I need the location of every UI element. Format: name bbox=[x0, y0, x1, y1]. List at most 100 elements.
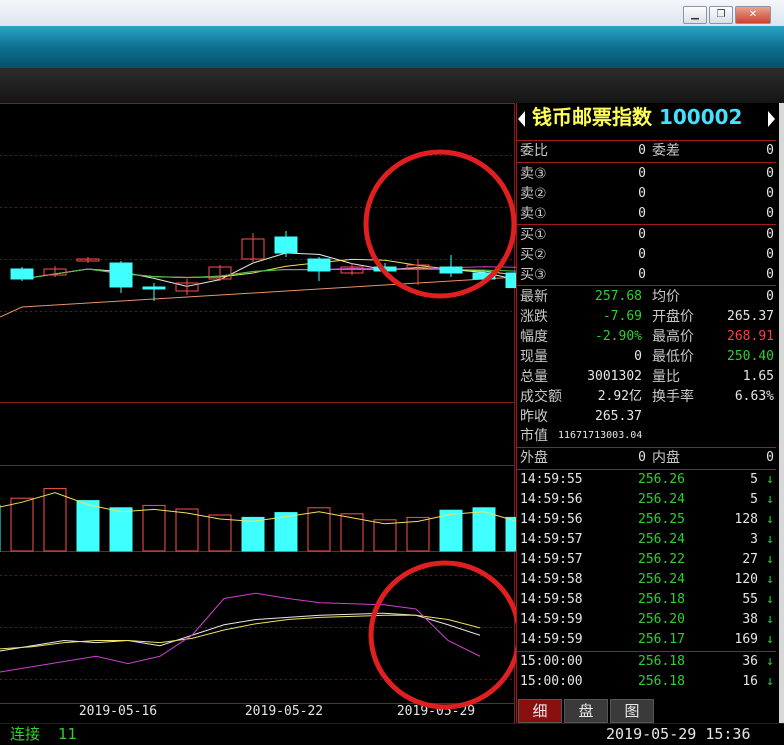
stat-label: 昨收 bbox=[520, 409, 548, 425]
down-arrow-icon: ↓ bbox=[766, 492, 774, 507]
connection-label: 连接 bbox=[10, 725, 41, 743]
tick-volume: 55 bbox=[742, 592, 758, 607]
prev-stock-arrow-icon[interactable] bbox=[518, 111, 525, 127]
outer-value: 0 bbox=[638, 450, 646, 465]
tick-time: 14:59:58 bbox=[520, 592, 583, 607]
tab-order-book[interactable]: 盘 bbox=[564, 699, 608, 723]
tick-row: 14:59:58 256.18 55 ↓ bbox=[516, 590, 776, 610]
buy-level-label: 买① bbox=[520, 227, 547, 243]
tick-volume: 128 bbox=[734, 512, 758, 527]
tick-row: 14:59:55 256.26 5 ↓ bbox=[516, 470, 776, 490]
tick-price: 256.25 bbox=[638, 512, 685, 527]
tick-price: 256.18 bbox=[638, 654, 685, 669]
maximize-button[interactable]: ❐ bbox=[709, 6, 733, 24]
annotation-circles bbox=[363, 149, 516, 710]
tick-row: 14:59:57 256.22 27 ↓ bbox=[516, 550, 776, 570]
tick-time: 14:59:59 bbox=[520, 632, 583, 647]
candle-body bbox=[109, 262, 133, 288]
tick-price: 256.24 bbox=[638, 572, 685, 587]
volume-bar bbox=[208, 514, 232, 552]
weibi-label: 委比 bbox=[520, 143, 548, 159]
tick-volume: 5 bbox=[750, 472, 758, 487]
tick-time: 14:59:58 bbox=[520, 572, 583, 587]
tick-volume: 3 bbox=[750, 532, 758, 547]
tick-price: 256.24 bbox=[638, 532, 685, 547]
down-arrow-icon: ↓ bbox=[766, 552, 774, 567]
stock-code: 100002 bbox=[658, 105, 743, 129]
down-arrow-icon: ↓ bbox=[766, 674, 774, 689]
stat-label: 现量 bbox=[520, 349, 548, 365]
sell-level-price: 0 bbox=[638, 186, 646, 201]
tick-row: 14:59:59 256.17 169 ↓ bbox=[516, 630, 776, 650]
stat-label: 均价 bbox=[652, 289, 680, 305]
stat-label: 最低价 bbox=[652, 349, 694, 365]
toolbar-banner bbox=[0, 26, 784, 68]
candle-body bbox=[307, 258, 331, 272]
stat-value: 1.65 bbox=[742, 369, 774, 384]
tick-volume: 36 bbox=[742, 654, 758, 669]
title-bar: ▁ ❐ ✕ bbox=[0, 0, 784, 27]
status-bar: 连接 11 2019-05-29 15:36 bbox=[0, 723, 784, 745]
outer-label: 外盘 bbox=[520, 450, 548, 466]
tick-time: 15:00:00 bbox=[520, 674, 583, 689]
x-tick-label: 2019-05-22 bbox=[245, 704, 323, 719]
weibi-value: 0 bbox=[638, 143, 646, 158]
stock-chart[interactable]: 2019-05-16 2019-05-22 2019-05-29 bbox=[0, 103, 516, 723]
inner-label: 内盘 bbox=[652, 450, 680, 466]
volume-bar bbox=[109, 507, 133, 552]
down-arrow-icon: ↓ bbox=[766, 572, 774, 587]
tick-volume: 27 bbox=[742, 552, 758, 567]
down-arrow-icon: ↓ bbox=[766, 632, 774, 647]
sell-level-volume: 0 bbox=[766, 166, 774, 181]
stat-value: 265.37 bbox=[595, 409, 642, 424]
volume-bars bbox=[0, 488, 516, 552]
stat-value: 0 bbox=[634, 349, 642, 364]
stat-label: 总量 bbox=[520, 369, 548, 385]
candle-body bbox=[142, 286, 166, 290]
x-axis-labels: 2019-05-16 2019-05-22 2019-05-29 bbox=[79, 704, 475, 719]
volume-bar bbox=[241, 516, 265, 552]
annotation-circle bbox=[363, 149, 516, 299]
next-stock-arrow-icon[interactable] bbox=[768, 111, 775, 127]
volume-bar bbox=[274, 512, 298, 552]
tick-time: 14:59:56 bbox=[520, 492, 583, 507]
stat-value: 6.63% bbox=[734, 389, 774, 404]
tick-price: 256.26 bbox=[638, 472, 685, 487]
tick-time: 14:59:56 bbox=[520, 512, 583, 527]
stock-title: 钱币邮票指数 100002 bbox=[532, 103, 764, 133]
tick-row: 14:59:56 256.25 128 ↓ bbox=[516, 510, 776, 530]
x-tick-label: 2019-05-16 bbox=[79, 704, 157, 719]
buy-level-label: 买③ bbox=[520, 267, 547, 283]
sell-level-label: 卖② bbox=[520, 186, 547, 202]
buy-level-price: 0 bbox=[638, 267, 646, 282]
minimize-button[interactable]: ▁ bbox=[683, 6, 707, 24]
volume-bar bbox=[175, 508, 199, 552]
candlesticks bbox=[10, 231, 516, 301]
stat-label: 量比 bbox=[652, 369, 680, 385]
scrollbar[interactable] bbox=[779, 103, 784, 723]
stat-label: 开盘价 bbox=[652, 309, 694, 325]
tick-row: 15:00:00 256.18 16 ↓ bbox=[516, 672, 776, 692]
tick-price: 256.18 bbox=[638, 674, 685, 689]
kdj_j-line bbox=[0, 592, 481, 673]
stat-label: 幅度 bbox=[520, 329, 548, 345]
stock-name: 钱币邮票指数 bbox=[532, 105, 652, 129]
candle-body bbox=[10, 268, 34, 280]
sell-level-volume: 0 bbox=[766, 206, 774, 221]
tab-chart[interactable]: 图 bbox=[610, 699, 654, 723]
stat-label: 最新 bbox=[520, 289, 548, 305]
tick-price: 256.18 bbox=[638, 592, 685, 607]
down-arrow-icon: ↓ bbox=[766, 472, 774, 487]
tick-row: 14:59:58 256.24 120 ↓ bbox=[516, 570, 776, 590]
tick-row: 15:00:00 256.18 36 ↓ bbox=[516, 652, 776, 672]
stat-label: 涨跌 bbox=[520, 309, 548, 325]
tab-detail[interactable]: 细 bbox=[518, 699, 562, 723]
market-cap-label: 市值 bbox=[520, 428, 548, 444]
down-arrow-icon: ↓ bbox=[766, 592, 774, 607]
buy-level-price: 0 bbox=[638, 227, 646, 242]
tick-volume: 38 bbox=[742, 612, 758, 627]
down-arrow-icon: ↓ bbox=[766, 532, 774, 547]
tick-row: 14:59:59 256.20 38 ↓ bbox=[516, 610, 776, 630]
close-button[interactable]: ✕ bbox=[735, 6, 771, 24]
sell-level-price: 0 bbox=[638, 166, 646, 181]
